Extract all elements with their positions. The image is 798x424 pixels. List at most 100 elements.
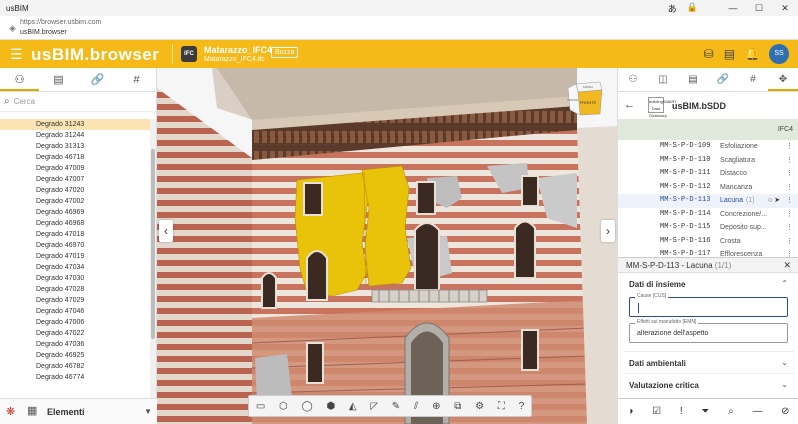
camera-icon[interactable]: ▭: [256, 401, 265, 412]
more-options-icon[interactable]: ⋮: [786, 167, 793, 181]
list-item[interactable]: Degrado 46774: [0, 372, 150, 383]
view-cube[interactable]: FRONTE SOPRA SINISTRA: [566, 80, 604, 116]
chevron-down-icon[interactable]: ⌄: [781, 358, 788, 367]
classification-row[interactable]: MM-S-P-D-109 Esfoliazione ⋮: [618, 140, 798, 154]
classification-row[interactable]: MM-S-P-D-114 Concrezione/... ⋮: [618, 208, 798, 222]
list-item[interactable]: Degrado 47002: [0, 196, 150, 207]
unlink-icon[interactable]: ○: [768, 197, 772, 204]
tab-hierarchy-icon[interactable]: ⚇: [0, 68, 39, 91]
list-item[interactable]: Degrado 31313: [0, 141, 150, 152]
hamburger-menu-icon[interactable]: ☰: [10, 46, 23, 63]
site-info-icon[interactable]: ◈: [9, 23, 16, 34]
list-scrollbar[interactable]: [150, 119, 156, 399]
list-item[interactable]: Degrado 47030: [0, 273, 150, 284]
list-item[interactable]: Degrado 46782: [0, 361, 150, 372]
box-icon[interactable]: ⬢: [326, 401, 335, 412]
no-entry-icon[interactable]: ⊘: [781, 406, 789, 417]
minimize-button[interactable]: —: [720, 3, 746, 13]
list-item[interactable]: Degrado 47006: [0, 317, 150, 328]
list-item[interactable]: Degrado 46925: [0, 350, 150, 361]
maximize-button[interactable]: ☐: [746, 3, 772, 14]
chevron-down-icon[interactable]: ▼: [144, 407, 152, 416]
classification-row[interactable]: MM-S-P-D-111 Distacco ⋮: [618, 167, 798, 181]
user-avatar[interactable]: SS: [769, 44, 789, 64]
classification-row[interactable]: MM-S-P-D-116 Crosta ⋮: [618, 235, 798, 249]
pen-icon[interactable]: ✎: [392, 401, 400, 412]
clipping-icon[interactable]: ⧉: [454, 401, 461, 412]
list-item[interactable]: Degrado 47022: [0, 328, 150, 339]
more-options-icon[interactable]: ⋮: [786, 154, 793, 168]
tab-document-icon[interactable]: ▤: [678, 68, 708, 91]
assign-arrow-icon[interactable]: ➤: [774, 197, 780, 204]
effects-field[interactable]: Effetti sui manufatto [EMN] alterazione …: [629, 319, 788, 343]
measure-icon[interactable]: ◸: [370, 401, 378, 412]
contrast-icon[interactable]: ◑: [627, 406, 633, 417]
list-item[interactable]: Degrado 47046: [0, 306, 150, 317]
back-arrow-icon[interactable]: ←: [624, 99, 635, 111]
section-valutazione-critica[interactable]: Valutazione critica ⌄: [623, 373, 794, 395]
list-item[interactable]: Degrado 47028: [0, 284, 150, 295]
fit-screen-icon[interactable]: ⛶: [498, 401, 505, 412]
3d-viewport[interactable]: FRONTE SOPRA SINISTRA ‹ ›: [157, 68, 617, 424]
list-item[interactable]: Degrado 47036: [0, 339, 150, 350]
classification-row[interactable]: MM-S-P-D-110 Scagliatura ⋮: [618, 154, 798, 168]
tab-document-icon[interactable]: ▤: [39, 68, 78, 91]
list-item[interactable]: Degrado 31244: [0, 130, 150, 141]
next-arrow-button[interactable]: ›: [601, 220, 615, 242]
tab-users-icon[interactable]: ⚇: [618, 68, 648, 91]
cause-field[interactable]: Cause [CUS]: [629, 293, 788, 317]
tab-plugin-icon[interactable]: ✥: [768, 68, 798, 91]
classification-row[interactable]: MM-S-P-D-112 Mancanza ⋮: [618, 181, 798, 195]
chevron-up-icon[interactable]: ⌃: [781, 279, 788, 288]
list-item[interactable]: Degrado 47020: [0, 185, 150, 196]
chevron-down-icon[interactable]: ⌄: [781, 380, 788, 389]
more-options-icon[interactable]: ⋮: [786, 235, 793, 249]
more-options-icon[interactable]: ⋮: [786, 194, 793, 208]
settings-gear-icon[interactable]: ⚙: [475, 401, 484, 412]
classification-row[interactable]: MM-S-P-D-113 Lacuna (1) ○ ➤ ⋮: [618, 194, 798, 208]
scrollbar-thumb[interactable]: [151, 149, 155, 339]
lock-icon[interactable]: 🔒: [687, 2, 698, 15]
translate-icon[interactable]: あ: [668, 2, 677, 15]
effects-field-value[interactable]: alterazione dell'aspetto: [637, 330, 708, 337]
tab-link-icon[interactable]: 🔗: [78, 68, 117, 91]
list-item[interactable]: Degrado 31243: [0, 119, 150, 130]
alert-icon[interactable]: !: [680, 406, 683, 417]
list-item[interactable]: Degrado 46970: [0, 240, 150, 251]
building-model[interactable]: [157, 68, 617, 424]
more-options-icon[interactable]: ⋮: [786, 221, 793, 235]
help-icon[interactable]: ?: [519, 401, 525, 412]
list-item[interactable]: Degrado 46969: [0, 207, 150, 218]
search-box[interactable]: ⌕ Cerca: [0, 92, 156, 112]
classification-row[interactable]: MM-S-P-D-117 Efflorescenza ⋮: [618, 248, 798, 257]
layers-icon[interactable]: ▤: [724, 47, 735, 61]
list-item[interactable]: Degrado 46968: [0, 218, 150, 229]
tab-link-icon[interactable]: 🔗: [708, 68, 738, 91]
list-item[interactable]: Degrado 47034: [0, 262, 150, 273]
list-item[interactable]: Degrado 47007: [0, 174, 150, 185]
filter-icon[interactable]: ⏷: [701, 406, 709, 417]
list-item[interactable]: Degrado 47019: [0, 251, 150, 262]
tab-layers-icon[interactable]: ◫: [648, 68, 678, 91]
notifications-bell-icon[interactable]: 🔔: [745, 47, 760, 61]
classification-row[interactable]: MM-S-P-D-115 Deposito sup... ⋮: [618, 221, 798, 235]
minus-icon[interactable]: —: [752, 406, 762, 417]
tab-hash-icon[interactable]: #: [738, 68, 768, 91]
elements-selector-label[interactable]: Elementi: [47, 407, 85, 417]
section-dati-insieme[interactable]: Dati di insieme ⌃: [623, 277, 794, 291]
search-icon[interactable]: ⌕: [728, 406, 734, 417]
more-options-icon[interactable]: ⋮: [786, 208, 793, 222]
close-icon[interactable]: ✕: [783, 260, 791, 271]
list-item[interactable]: Degrado 47018: [0, 229, 150, 240]
address-url[interactable]: https://browser.usbim.com: [20, 19, 101, 26]
more-options-icon[interactable]: ⋮: [786, 248, 793, 257]
checklist-icon[interactable]: ☑: [652, 406, 661, 417]
more-options-icon[interactable]: ⋮: [786, 181, 793, 195]
ruler-icon[interactable]: ⫽: [414, 401, 418, 412]
tree-view-icon[interactable]: ▦: [27, 404, 37, 417]
tab-hash-icon[interactable]: #: [117, 68, 156, 91]
elements-category-icon[interactable]: ❋: [6, 405, 15, 418]
perspective-icon[interactable]: ⬡: [279, 401, 288, 412]
previous-arrow-button[interactable]: ‹: [159, 220, 173, 242]
list-item[interactable]: Degrado 47029: [0, 295, 150, 306]
